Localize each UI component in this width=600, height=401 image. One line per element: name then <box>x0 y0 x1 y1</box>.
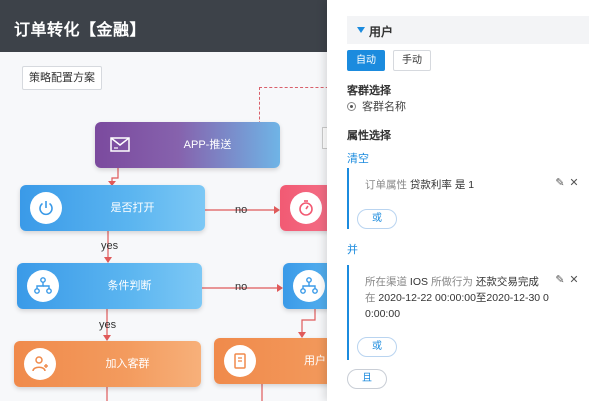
node-label: APP-推送 <box>183 139 232 151</box>
radio-label: 客群名称 <box>362 101 406 113</box>
card-value: 贷款利率 是 1 <box>409 179 475 191</box>
card-actions: ✎ ✕ <box>553 273 581 286</box>
and-link[interactable]: 并 <box>347 241 358 257</box>
node-label: 条件判断 <box>107 280 152 292</box>
mode-auto-button[interactable]: 自动 <box>347 50 385 71</box>
card-field: 所在渠道 <box>365 276 407 288</box>
node-timer[interactable] <box>280 185 330 231</box>
edit-icon[interactable]: ✎ <box>553 176 567 189</box>
chevron-down-icon <box>357 27 365 33</box>
node-condition[interactable]: 条件判断 <box>17 263 202 309</box>
edge-label-no: no <box>235 204 248 216</box>
close-icon[interactable]: ✕ <box>567 176 581 189</box>
node-use[interactable]: 用户 <box>214 338 330 384</box>
mode-manual-button[interactable]: 手动 <box>393 50 431 71</box>
node-label: 是否打开 <box>110 202 155 214</box>
node-is-open[interactable]: 是否打开 <box>20 185 205 231</box>
card-field: 订单属性 <box>365 179 407 191</box>
card-text: 所在渠道 IOS 所做行为 还款交易完成 在 2020-12-22 00:00:… <box>365 274 555 322</box>
node-condition-2[interactable] <box>283 263 330 309</box>
node-app-push[interactable]: APP-推送 <box>95 122 280 168</box>
strategy-config-button[interactable]: 策略配置方案 <box>22 66 102 90</box>
card-line-1: 所在渠道 IOS 所做行为 还款交易完成 <box>365 274 555 290</box>
clear-link[interactable]: 清空 <box>347 150 369 166</box>
card-text: 订单属性 贷款利率 是 1 <box>365 177 474 193</box>
page-title: 订单转化【金融】 <box>14 22 147 39</box>
edge-label-yes: yes <box>101 240 119 252</box>
edge-label-no: no <box>235 281 248 293</box>
group-radio-option[interactable]: 客群名称 <box>347 98 406 114</box>
close-icon[interactable]: ✕ <box>567 273 581 286</box>
group-select-title: 客群选择 <box>347 85 391 97</box>
config-panel: 用户 自动 手动 客群选择 客群名称 属性选择 清空 订单属性 贷款利率 是 1… <box>327 0 600 401</box>
or-button-1[interactable]: 或 <box>357 209 397 229</box>
card-channel: IOS <box>409 276 429 288</box>
timer-icon <box>290 192 322 224</box>
card-range: 2020-12-22 00:00:00至2020-12-30 0 <box>378 292 549 304</box>
radio-icon[interactable] <box>347 102 356 111</box>
card-actions: ✎ ✕ <box>553 176 581 189</box>
flow-canvas[interactable]: 策略配置方案 APP-推送 是否打开 no yes 条件判断 no yes 加入… <box>0 52 330 401</box>
node-label: 加入客群 <box>105 358 150 370</box>
edge-label-yes: yes <box>99 319 117 331</box>
node-label: 用户 <box>304 355 326 367</box>
card-prefix: 在 <box>365 292 376 304</box>
section-title: 用户 <box>369 25 394 39</box>
and-button[interactable]: 且 <box>347 369 387 389</box>
app-header: 订单转化【金融】 <box>0 0 330 52</box>
card-line-2: 在 2020-12-22 00:00:00至2020-12-30 0 <box>365 290 555 306</box>
section-header-user[interactable]: 用户 <box>347 16 589 44</box>
card-field: 所做行为 <box>430 276 473 288</box>
card-action: 还款交易完成 <box>475 276 539 288</box>
card-line-3: 0:00:00 <box>365 308 401 320</box>
attr-select-title: 属性选择 <box>347 130 391 142</box>
node-join-group[interactable]: 加入客群 <box>14 341 201 387</box>
or-button-2[interactable]: 或 <box>357 337 397 357</box>
edit-icon[interactable]: ✎ <box>553 273 567 286</box>
hierarchy-icon <box>293 270 325 302</box>
